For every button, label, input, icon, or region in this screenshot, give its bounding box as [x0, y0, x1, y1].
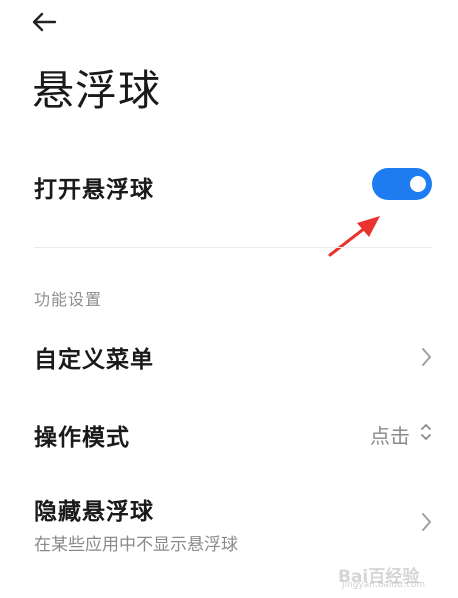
operation-mode-label: 操作模式: [34, 425, 130, 451]
toggle-knob: [410, 176, 426, 192]
settings-screen: 悬浮球 打开悬浮球 功能设置 自定义菜单 操作模式 点击 隐藏悬浮球 在某些应用…: [0, 0, 458, 598]
floating-ball-toggle[interactable]: [372, 168, 432, 200]
hide-floating-ball-label: 隐藏悬浮球: [34, 499, 154, 525]
chevron-right-icon: [422, 348, 431, 366]
divider: [34, 247, 432, 248]
back-arrow-icon: [32, 12, 57, 32]
operation-mode-row[interactable]: 操作模式 点击: [0, 408, 458, 462]
section-header: 功能设置: [34, 290, 103, 309]
hide-floating-ball-subtitle: 在某些应用中不显示悬浮球: [34, 535, 238, 555]
custom-menu-label: 自定义菜单: [34, 347, 154, 373]
hide-floating-ball-row[interactable]: 隐藏悬浮球 在某些应用中不显示悬浮球: [0, 484, 458, 562]
back-button[interactable]: [28, 6, 60, 38]
toggle-row-label: 打开悬浮球: [34, 177, 154, 203]
up-down-chevron-icon: [421, 424, 431, 440]
chevron-right-icon: [422, 513, 431, 531]
watermark-url: jingyan.baidu.com: [342, 580, 426, 590]
watermark-text: Bai百经验: [338, 567, 420, 587]
operation-mode-value: 点击: [370, 424, 410, 448]
custom-menu-row[interactable]: 自定义菜单: [0, 330, 458, 384]
page-title: 悬浮球: [32, 66, 162, 115]
